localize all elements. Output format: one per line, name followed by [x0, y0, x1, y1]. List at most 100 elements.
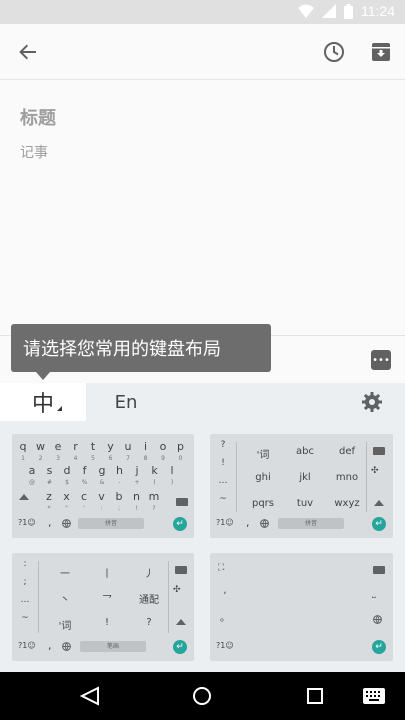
back-triangle-icon	[80, 686, 99, 706]
t9-key: tuv	[296, 498, 314, 509]
key-letter: p	[177, 440, 184, 453]
key-sub: &	[99, 479, 105, 486]
note-body-input[interactable]: 记事	[20, 142, 48, 162]
tab-chinese[interactable]: 中	[0, 383, 86, 421]
stroke-key: 乛	[102, 595, 112, 606]
key-sub: +	[134, 479, 140, 486]
reminder-button[interactable]	[318, 36, 350, 68]
keyboard-layout-picker: 中 En q 1 w 2 e 3 r 4 t 5 y 6 u 7 i 8 o 9 p 0 a @ s # d $ f% g & h - j + k…	[0, 383, 405, 672]
shift-icon	[176, 619, 186, 625]
t9-key: wxyz	[334, 498, 360, 509]
space-key: 拼音	[278, 518, 344, 529]
key-letter: e	[54, 440, 62, 453]
key-letter: b	[115, 490, 123, 503]
key-sub: 6	[108, 455, 113, 462]
key-letter: x	[63, 490, 70, 503]
key-sub: )	[170, 479, 174, 486]
key-letter: m	[148, 490, 160, 503]
handwriting-symbol-key: 。	[220, 613, 230, 624]
backspace-icon	[175, 566, 187, 574]
key-letter: g	[98, 464, 106, 477]
key-sub: -	[118, 479, 121, 486]
layout-t9[interactable]: ?!… ~ '词 abc def ghi jkl mno pqrs tuv wxyz ✣ ?1☺ …	[210, 434, 393, 538]
more-options-button[interactable]: •••	[371, 350, 391, 370]
key-sub: '	[83, 505, 85, 512]
backspace-icon	[373, 566, 385, 574]
stroke-key: 通配	[139, 595, 159, 606]
key-sub: *	[47, 505, 51, 512]
key-letter: s	[46, 464, 53, 477]
comma-key: ,	[48, 639, 52, 652]
key-sub: !	[135, 505, 138, 512]
globe-icon	[62, 642, 71, 651]
key-sub: #	[46, 479, 53, 486]
signal-icon	[322, 4, 336, 18]
reminder-clock-icon	[324, 42, 344, 62]
globe-icon	[62, 519, 71, 528]
key-sub: $	[65, 479, 69, 486]
key-letter: f	[82, 464, 87, 477]
backspace-icon	[373, 447, 385, 455]
archive-button[interactable]	[365, 36, 397, 68]
comma-key: ,	[246, 516, 250, 529]
key-letter: k	[151, 464, 158, 477]
globe-icon	[373, 615, 382, 624]
layout-handwriting[interactable]: ⛶ , 。 ⎵ ?1☺ ↵	[210, 553, 393, 661]
space-bracket-icon: ⎵	[372, 589, 376, 599]
fullscreen-icon: ⛶	[218, 563, 225, 573]
globe-icon	[260, 519, 269, 528]
t9-symbol-key: …	[218, 476, 228, 486]
archive-icon	[372, 43, 390, 61]
divider	[168, 561, 169, 633]
layout-tooltip: 请选择您常用的键盘布局	[11, 324, 271, 372]
t9-key: '词	[256, 450, 270, 461]
key-letter: u	[124, 440, 132, 453]
key-sub: 3	[56, 455, 60, 462]
tab-english[interactable]: En	[86, 383, 166, 421]
status-time: 11:24	[361, 3, 395, 19]
back-button[interactable]	[12, 36, 44, 68]
divider	[236, 442, 237, 512]
stroke-symbol-key: ;	[23, 577, 27, 587]
key-sub: 4	[73, 455, 78, 462]
shift-icon	[19, 494, 29, 500]
key-letter: h	[116, 464, 123, 477]
t9-symbol-key: !	[221, 458, 225, 468]
key-sub: ?	[152, 505, 156, 512]
t9-key: mno	[335, 472, 359, 483]
stroke-key: 丶	[60, 595, 70, 606]
stroke-symbol-key: …	[20, 595, 30, 605]
backspace-icon	[176, 498, 188, 506]
key-sub: "	[65, 505, 68, 512]
symbol-key: ?1☺	[18, 518, 36, 527]
status-bar: 11:24	[0, 0, 405, 24]
key-sub: 8	[143, 455, 148, 462]
nav-keyboard-button[interactable]	[362, 684, 386, 708]
move-cursor-icon: ✣	[371, 466, 379, 476]
layout-qwerty[interactable]: q 1 w 2 e 3 r 4 t 5 y 6 u 7 i 8 o 9 p 0 a @ s # d $ f% g & h - j + k (l) z *…	[12, 434, 194, 538]
nav-recents-button[interactable]	[303, 684, 327, 708]
move-cursor-icon: ✣	[173, 585, 181, 595]
key-sub: 5	[91, 455, 95, 462]
enter-icon: ↵	[173, 517, 187, 531]
ime-tabs: 中 En	[0, 383, 405, 421]
keyboard-icon	[363, 688, 385, 704]
key-sub: (	[153, 479, 156, 486]
t9-key: jkl	[299, 472, 311, 483]
nav-home-button[interactable]	[190, 684, 214, 708]
t9-key: ghi	[255, 472, 271, 483]
key-letter: t	[90, 440, 96, 453]
key-sub: 2	[38, 455, 43, 462]
space-key: 拼音	[78, 518, 144, 529]
status-icons: 11:24	[298, 3, 395, 19]
nav-back-button[interactable]	[78, 684, 102, 708]
key-sub: @	[29, 479, 35, 486]
layout-stroke[interactable]: :; … ~ 一 丨 丿丶 乛 通配 '词!? ✣ ?1☺ , 笔画 ↵	[12, 553, 194, 661]
title-input[interactable]: 标题	[20, 104, 56, 130]
key-sub: 1	[21, 455, 25, 462]
key-letter: d	[63, 464, 71, 477]
key-letter: v	[98, 490, 105, 503]
gear-icon[interactable]	[361, 391, 383, 413]
key-letter: z	[46, 490, 52, 503]
stroke-symbol-key: ~	[21, 613, 29, 623]
